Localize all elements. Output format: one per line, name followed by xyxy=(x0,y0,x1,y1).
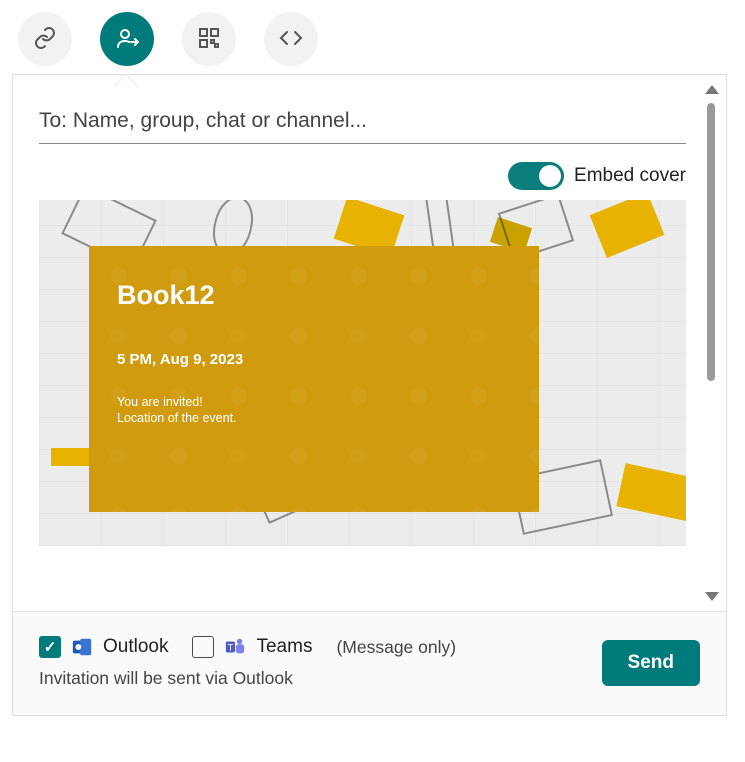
outlook-icon xyxy=(71,636,93,658)
teams-label: Teams xyxy=(256,636,312,658)
cover-location-line: Location of the event. xyxy=(117,410,511,426)
cover-datetime: 5 PM, Aug 9, 2023 xyxy=(117,351,511,368)
selected-tab-pointer xyxy=(114,74,138,88)
send-button[interactable]: Send xyxy=(602,640,700,686)
cover-title: Book12 xyxy=(117,280,511,311)
tab-invite-people[interactable] xyxy=(100,12,154,66)
link-icon xyxy=(33,26,57,53)
footer-options: Outlook T Teams (Message only) Invitatio… xyxy=(39,636,602,689)
share-person-icon xyxy=(115,26,139,53)
outlook-checkbox[interactable] xyxy=(39,636,61,658)
send-subtext: Invitation will be sent via Outlook xyxy=(39,668,602,689)
recipients-input[interactable] xyxy=(39,103,686,144)
teams-checkbox[interactable] xyxy=(192,636,214,658)
scroll-down-icon[interactable] xyxy=(705,592,719,601)
scrollbar[interactable] xyxy=(704,85,720,601)
teams-hint: (Message only) xyxy=(336,637,456,658)
scroll-up-icon[interactable] xyxy=(705,85,719,94)
scroll-track[interactable] xyxy=(707,103,715,583)
footer-bar: Outlook T Teams (Message only) Invitatio… xyxy=(13,611,726,715)
cover-invite-line: You are invited! xyxy=(117,394,511,410)
tab-embed[interactable] xyxy=(264,12,318,66)
share-mode-tabs xyxy=(12,12,733,74)
scroll-thumb[interactable] xyxy=(707,103,715,381)
send-channel-row: Outlook T Teams (Message only) xyxy=(39,636,602,658)
embed-cover-row: Embed cover xyxy=(39,162,686,190)
embed-cover-label: Embed cover xyxy=(574,165,686,187)
cover-card: Book12 5 PM, Aug 9, 2023 You are invited… xyxy=(89,246,539,512)
tab-qr[interactable] xyxy=(182,12,236,66)
svg-text:T: T xyxy=(228,643,234,653)
embed-cover-toggle[interactable] xyxy=(508,162,564,190)
invite-panel: Embed cover Book12 5 PM, Aug 9, 2023 You… xyxy=(12,74,727,716)
teams-icon: T xyxy=(224,636,246,658)
cover-preview: Book12 5 PM, Aug 9, 2023 You are invited… xyxy=(39,200,686,546)
outlook-label: Outlook xyxy=(103,636,168,658)
code-icon xyxy=(279,26,303,53)
tab-link[interactable] xyxy=(18,12,72,66)
qr-icon xyxy=(197,26,221,53)
invite-scroll-area: Embed cover Book12 5 PM, Aug 9, 2023 You… xyxy=(13,75,726,611)
